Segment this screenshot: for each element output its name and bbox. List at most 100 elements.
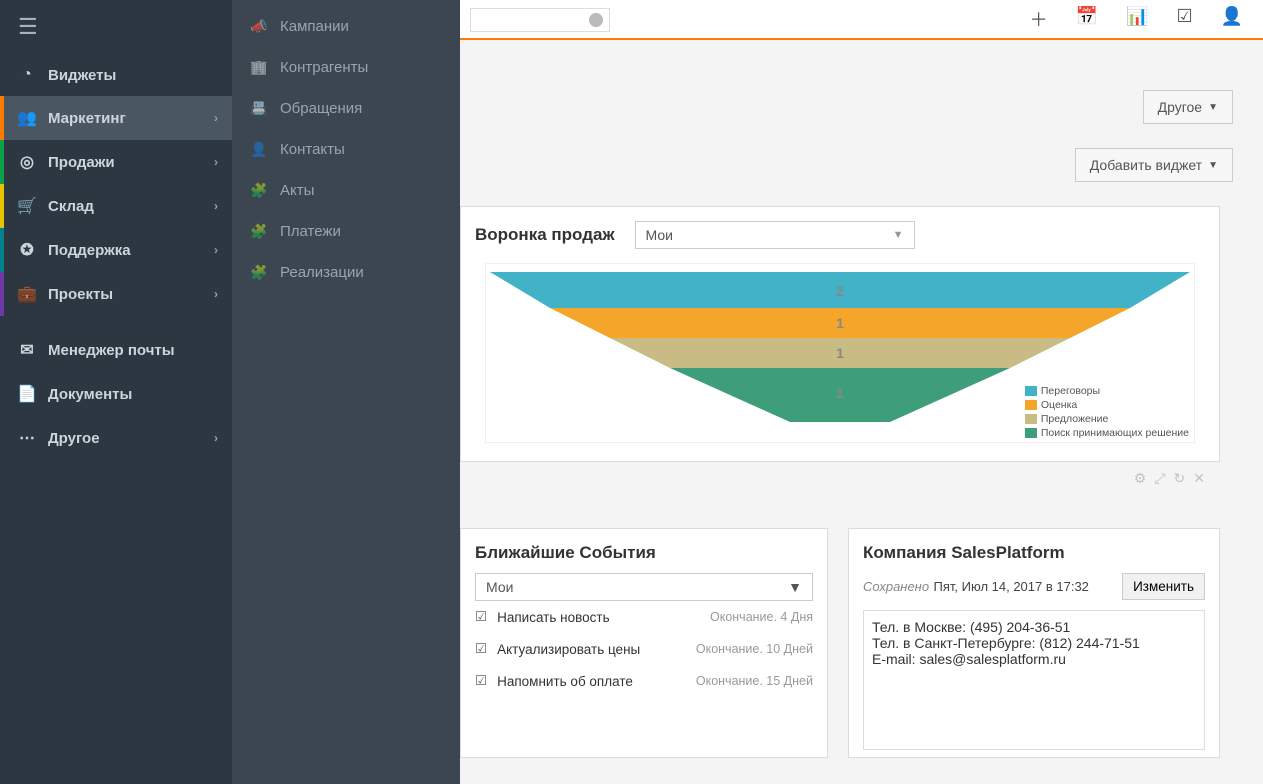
event-row[interactable]: ☑ Напомнить об оплатеОкончание. 15 Дней: [475, 665, 813, 697]
chevron-right-icon: ›: [214, 155, 218, 169]
nav-icon: 💼: [14, 284, 40, 304]
nav-label: Виджеты: [48, 67, 116, 84]
submenu-label: Обращения: [280, 100, 362, 117]
page-actions: Другое ▼: [1143, 90, 1233, 124]
refresh-icon[interactable]: ↻: [1174, 470, 1186, 487]
expand-icon[interactable]: ⤢: [1154, 470, 1165, 487]
sidebar-item-Склад[interactable]: 🛒Склад›: [0, 184, 232, 228]
nav-label: Маркетинг: [48, 110, 126, 127]
event-text: Актуализировать цены: [497, 642, 696, 657]
event-end: Окончание. 15 Дней: [696, 674, 813, 688]
gear-icon[interactable]: ⚙: [1134, 470, 1147, 487]
calendar-icon[interactable]: 📅: [1076, 6, 1098, 32]
submenu-icon: 📇: [250, 100, 274, 117]
note-date: Пят, Июл 14, 2017 в 17:32: [934, 579, 1089, 594]
nav-icon: 📄: [14, 384, 40, 404]
nav-label: Менеджер почты: [48, 342, 175, 359]
chevron-right-icon: ›: [214, 111, 218, 125]
checkbox-icon[interactable]: ☑: [475, 641, 487, 657]
note-body: Тел. в Москве: (495) 204-36-51Тел. в Сан…: [863, 610, 1205, 750]
funnel-filter-select[interactable]: Мои▼: [635, 221, 915, 249]
chevron-down-icon: [589, 13, 603, 27]
chevron-down-icon: ▼: [893, 229, 904, 241]
submenu-marketing: 📣 Кампании 🏢 Контрагенты 📇 Обращения 👤 Контакты…: [232, 0, 460, 784]
nav-label: Документы: [48, 386, 132, 403]
submenu-icon: 🧩: [250, 264, 274, 281]
sidebar-item-Виджеты[interactable]: ◔Виджеты: [0, 54, 232, 96]
sidebar-item-Документы[interactable]: 📄 Документы: [0, 372, 232, 416]
search-dropdown[interactable]: [470, 8, 610, 32]
chevron-down-icon: ▼: [788, 579, 802, 595]
nav-icon: ✉: [14, 340, 40, 360]
submenu-item-Контрагенты[interactable]: 🏢 Контрагенты: [232, 47, 460, 88]
user-icon[interactable]: 👤: [1221, 6, 1243, 32]
submenu-item-Контакты[interactable]: 👤 Контакты: [232, 129, 460, 170]
events-filter-select[interactable]: Мои▼: [475, 573, 813, 601]
submenu-item-Платежи[interactable]: 🧩 Платежи: [232, 211, 460, 252]
close-icon[interactable]: ✕: [1193, 470, 1205, 487]
sidebar-item-Менеджер почты[interactable]: ✉ Менеджер почты: [0, 328, 232, 372]
hamburger-icon[interactable]: ☰: [0, 0, 232, 54]
nav-label: Склад: [48, 198, 94, 215]
other-dropdown[interactable]: Другое ▼: [1143, 90, 1233, 124]
submenu-icon: 👤: [250, 141, 274, 158]
plus-icon[interactable]: ＋: [1030, 6, 1048, 32]
sidebar-item-Проекты[interactable]: 💼Проекты›: [0, 272, 232, 316]
events-title: Ближайшие События: [475, 543, 813, 563]
edit-button[interactable]: Изменить: [1122, 573, 1205, 600]
svg-text:1: 1: [836, 345, 844, 361]
event-row[interactable]: ☑Написать новостьОкончание. 4 Дня: [475, 601, 813, 633]
sidebar: ☰ ◔Виджеты👥Маркетинг›◎Продажи›🛒Склад›✪По…: [0, 0, 232, 784]
chevron-right-icon: ›: [214, 199, 218, 213]
chart-icon[interactable]: 📊: [1126, 6, 1148, 32]
sidebar-item-Продажи[interactable]: ◎Продажи›: [0, 140, 232, 184]
funnel-title: Воронка продаж: [475, 225, 615, 245]
svg-text:2: 2: [836, 283, 844, 299]
svg-text:1: 1: [836, 315, 844, 331]
widget-company-note: Компания SalesPlatform Сохранено Пят, Ию…: [848, 528, 1220, 758]
widget-events: Ближайшие События Мои▼ ☑Написать новость…: [460, 528, 828, 758]
note-saved-label: Сохранено: [863, 579, 929, 594]
funnel-legend: Переговоры Оценка Предложение Поиск прин…: [1022, 384, 1192, 440]
submenu-icon: 🧩: [250, 182, 274, 199]
submenu-item-Реализации[interactable]: 🧩Реализации: [232, 252, 460, 293]
caret-down-icon: ▼: [1208, 102, 1218, 113]
topbar-icons: ＋ 📅 📊 ☑ 👤: [1030, 6, 1243, 32]
submenu-icon: 🧩: [250, 223, 274, 240]
submenu-item-Акты[interactable]: 🧩Акты: [232, 170, 460, 211]
widget-tools: ⚙ ⤢ ↻ ✕: [1134, 470, 1205, 487]
submenu-item-Обращения[interactable]: 📇 Обращения: [232, 88, 460, 129]
chevron-right-icon: ›: [214, 431, 218, 445]
widget-funnel: Воронка продаж Мои▼ 2 1 1 1 Переговоры О…: [460, 206, 1220, 462]
submenu-label: Контрагенты: [280, 59, 368, 76]
nav-label: Поддержка: [48, 242, 131, 259]
note-title: Компания SalesPlatform: [863, 543, 1205, 563]
checkbox-icon[interactable]: ☑: [475, 673, 487, 689]
add-widget-button[interactable]: Добавить виджет ▼: [1075, 148, 1233, 182]
svg-text:1: 1: [836, 385, 844, 401]
checkbox-icon[interactable]: ☑: [475, 609, 487, 625]
sidebar-item-Поддержка[interactable]: ✪Поддержка›: [0, 228, 232, 272]
caret-down-icon: ▼: [1208, 160, 1218, 171]
page-actions-2: Добавить виджет ▼: [1075, 148, 1233, 182]
submenu-icon: 📣: [250, 18, 274, 35]
submenu-label: Платежи: [280, 223, 341, 240]
sidebar-item-Маркетинг[interactable]: 👥 Маркетинг ›: [0, 96, 232, 140]
event-text: Напомнить об оплате: [497, 674, 696, 689]
sidebar-item-Другое[interactable]: ⋯ Другое ›: [0, 416, 232, 460]
event-row[interactable]: ☑ Актуализировать ценыОкончание. 10 Дней: [475, 633, 813, 665]
submenu-label: Контакты: [280, 141, 345, 158]
event-end: Окончание. 4 Дня: [710, 610, 813, 624]
funnel-chart: 2 1 1 1 Переговоры Оценка Предложение По…: [485, 263, 1195, 443]
nav-label: Проекты: [48, 286, 113, 303]
nav-icon: 👥: [14, 108, 40, 128]
nav-icon: ✪: [14, 240, 40, 260]
nav-label: Другое: [48, 430, 100, 447]
checkbox-icon[interactable]: ☑: [1176, 6, 1192, 32]
submenu-icon: 🏢: [250, 59, 274, 76]
event-end: Окончание. 10 Дней: [696, 642, 813, 656]
nav-icon: ◎: [14, 152, 40, 172]
nav-icon: ⋯: [14, 428, 40, 448]
submenu-item-Кампании[interactable]: 📣 Кампании: [232, 6, 460, 47]
submenu-label: Кампании: [280, 18, 349, 35]
